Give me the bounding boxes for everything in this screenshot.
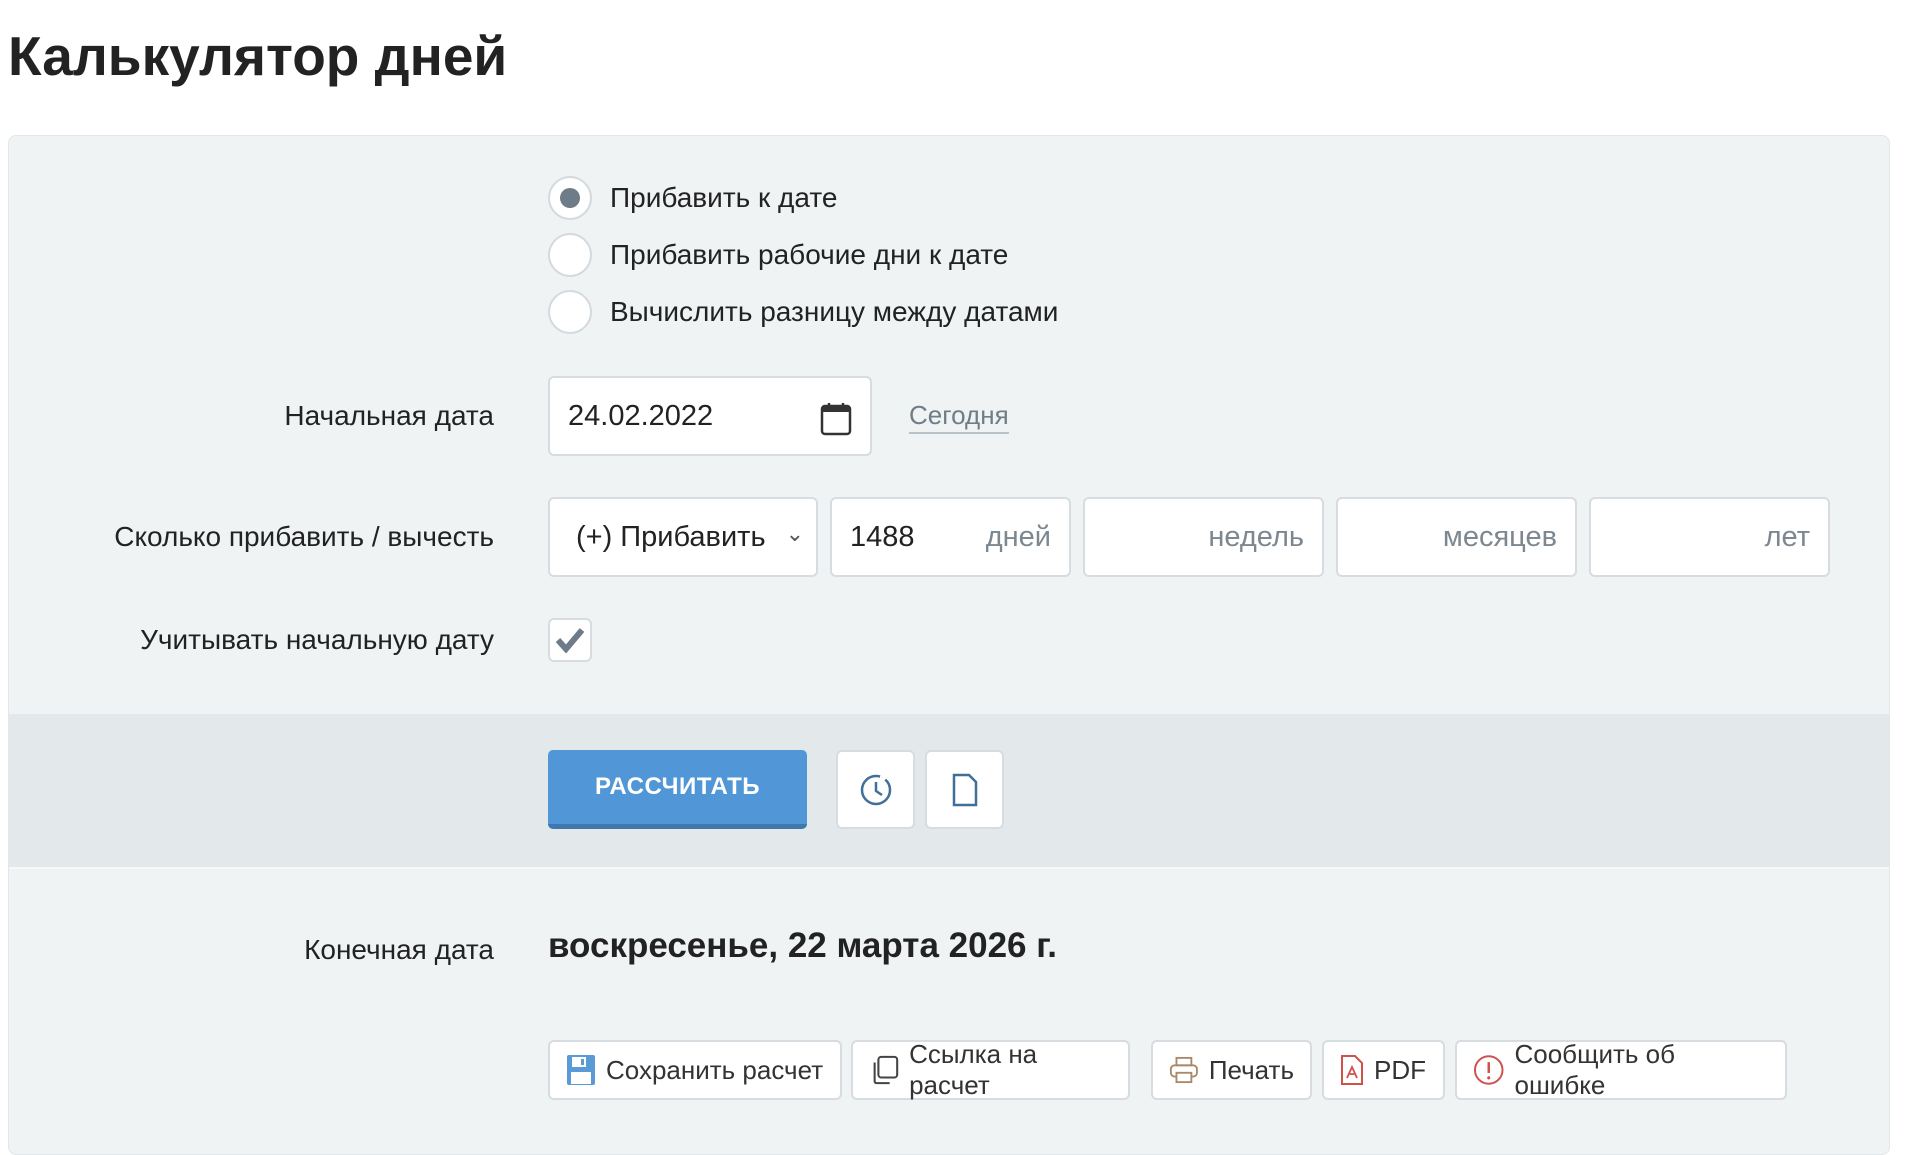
- alert-icon: [1473, 1055, 1504, 1085]
- radio-date-difference[interactable]: [548, 290, 592, 334]
- years-unit: лет: [1764, 520, 1810, 553]
- operation-select[interactable]: (+) Прибавить ⌄: [548, 497, 818, 577]
- save-button[interactable]: Сохранить расчет: [548, 1040, 842, 1100]
- start-date-label: Начальная дата: [284, 400, 494, 431]
- include-start-checkbox[interactable]: [548, 618, 592, 662]
- result-value: воскресенье, 22 марта 2026 г.: [548, 926, 1058, 965]
- start-date-input[interactable]: 24.02.2022: [548, 376, 872, 456]
- check-icon: [555, 628, 585, 653]
- clock-icon: [860, 774, 891, 805]
- print-label: Печать: [1208, 1054, 1294, 1085]
- radio-label[interactable]: Прибавить рабочие дни к дате: [610, 233, 1008, 277]
- months-unit: месяцев: [1442, 520, 1557, 553]
- copy-link-button[interactable]: Ссылка на расчет: [851, 1039, 1130, 1100]
- copy-icon: [873, 1055, 899, 1085]
- printer-icon: [1169, 1056, 1198, 1084]
- days-unit: дней: [985, 520, 1051, 553]
- new-document-button[interactable]: [925, 750, 1004, 829]
- report-error-label: Сообщить об ошибке: [1514, 1039, 1676, 1100]
- pdf-icon: [1341, 1055, 1363, 1085]
- radio-add-workdays[interactable]: [548, 233, 592, 277]
- days-input[interactable]: 1488 дней: [830, 497, 1071, 577]
- copy-link-label: Ссылка на расчет: [909, 1039, 1038, 1100]
- radio-label[interactable]: Прибавить к дате: [610, 176, 837, 220]
- months-input[interactable]: месяцев: [1336, 497, 1577, 577]
- history-button[interactable]: [836, 750, 915, 829]
- amount-label: Сколько прибавить / вычесть: [114, 521, 494, 552]
- weeks-input[interactable]: недель: [1083, 497, 1324, 577]
- pdf-button[interactable]: PDF: [1322, 1040, 1445, 1100]
- report-error-button[interactable]: Сообщить об ошибке: [1455, 1039, 1787, 1100]
- document-icon: [952, 773, 977, 806]
- years-input[interactable]: лет: [1589, 497, 1830, 577]
- today-link[interactable]: Сегодня: [909, 398, 1009, 434]
- pdf-label: PDF: [1374, 1054, 1426, 1085]
- print-button[interactable]: Печать: [1151, 1040, 1312, 1100]
- chevron-down-icon: ⌄: [785, 521, 804, 546]
- weeks-unit: недель: [1208, 520, 1304, 553]
- page-title: Калькулятор дней: [8, 25, 508, 87]
- start-date-value: 24.02.2022: [568, 399, 714, 432]
- floppy-disk-icon: [567, 1055, 595, 1085]
- result-label: Конечная дата: [304, 934, 494, 965]
- days-value: 1488: [850, 520, 915, 553]
- save-label: Сохранить расчет: [606, 1054, 824, 1085]
- radio-label[interactable]: Вычислить разницу между датами: [610, 290, 1058, 334]
- calendar-icon[interactable]: [820, 402, 852, 436]
- radio-add-to-date[interactable]: [548, 176, 592, 220]
- operation-value: (+) Прибавить: [576, 520, 766, 553]
- calculate-button[interactable]: РАССЧИТАТЬ: [548, 750, 807, 829]
- include-start-label: Учитывать начальную дату: [140, 624, 494, 655]
